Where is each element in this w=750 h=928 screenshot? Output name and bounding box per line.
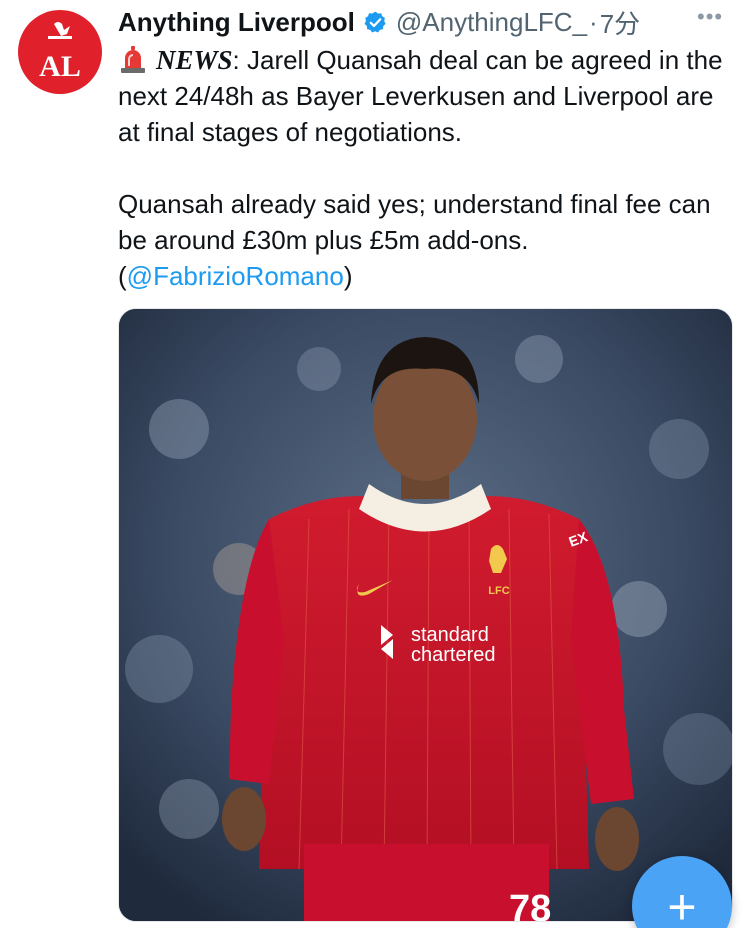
liverbird-logo-icon: AL bbox=[39, 22, 81, 83]
mention-link[interactable]: @FabrizioRomano bbox=[127, 261, 344, 291]
shirt-number: 78 bbox=[509, 888, 551, 921]
avatar[interactable]: AL bbox=[18, 10, 102, 94]
crest-text: LFC bbox=[488, 585, 509, 597]
compose-plus-icon: + bbox=[667, 879, 697, 928]
timestamp[interactable]: 7分 bbox=[600, 4, 640, 41]
mention-open: ( bbox=[118, 261, 127, 291]
separator-dot: · bbox=[589, 6, 598, 37]
tweet-paragraph-2-text: Quansah already said yes; understand fin… bbox=[118, 189, 711, 255]
handle[interactable]: @AnythingLFC_ bbox=[396, 7, 587, 38]
tweet-paragraph-1: NEWS: Jarell Quansah deal can be agreed … bbox=[118, 42, 733, 150]
news-label: NEWS bbox=[156, 45, 233, 75]
siren-emoji-icon bbox=[118, 44, 148, 74]
tweet-photo[interactable]: 78 LFC standard chartered EX bbox=[118, 308, 733, 922]
tweet[interactable]: AL Anything Liverpool @AnythingLFC_ · 7分… bbox=[0, 0, 750, 928]
sponsor-line-1: standard bbox=[411, 624, 489, 646]
player-photo: 78 LFC standard chartered EX bbox=[119, 309, 732, 921]
tweet-header: Anything Liverpool @AnythingLFC_ · 7分 bbox=[118, 2, 640, 42]
tweet-paragraph-2: Quansah already said yes; understand fin… bbox=[118, 186, 733, 294]
avatar-monogram: AL bbox=[39, 50, 81, 83]
tweet-text: NEWS: Jarell Quansah deal can be agreed … bbox=[118, 42, 733, 294]
display-name[interactable]: Anything Liverpool bbox=[118, 7, 355, 38]
sponsor-line-2: chartered bbox=[411, 644, 496, 666]
mention-close: ) bbox=[343, 261, 353, 291]
more-options-icon[interactable]: ••• bbox=[697, 4, 723, 30]
verified-badge-icon bbox=[363, 10, 388, 35]
